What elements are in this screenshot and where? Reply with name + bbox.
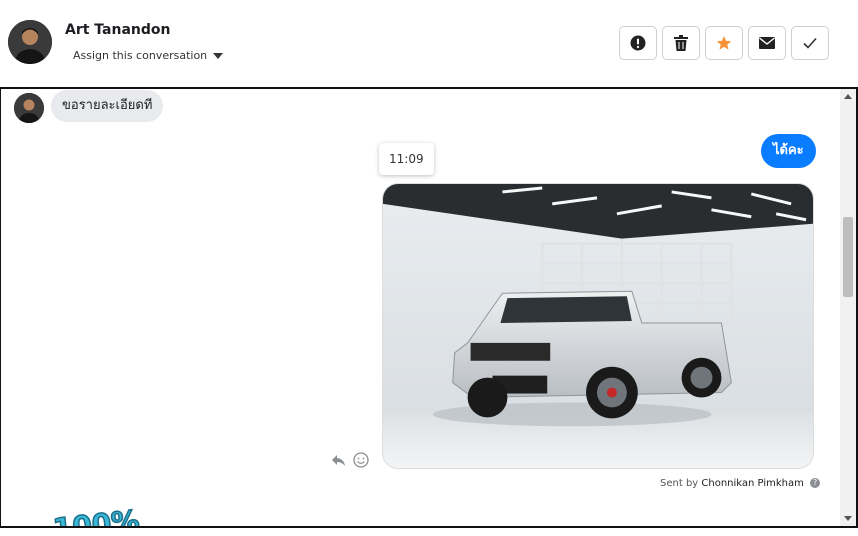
- reply-icon[interactable]: [331, 452, 347, 468]
- message-thread[interactable]: ขอรายละเอียดที 11:09 ได้คะ Sent by Chonn…: [0, 87, 858, 528]
- sticker-text: 100%: [51, 504, 140, 528]
- scroll-down-arrow-icon[interactable]: [844, 516, 852, 521]
- conversation-actions: [619, 26, 829, 60]
- outgoing-message[interactable]: ได้คะ: [761, 134, 816, 168]
- contact-name[interactable]: Art Tanandon: [65, 22, 171, 38]
- help-icon[interactable]: ?: [810, 478, 821, 488]
- incoming-message[interactable]: ขอรายละเอียดที: [51, 90, 164, 122]
- sent-by-name: Chonnikan Pimkham: [701, 478, 804, 489]
- delete-button[interactable]: [662, 26, 700, 60]
- assign-conversation-dropdown[interactable]: Assign this conversation: [73, 49, 224, 62]
- attached-photo-pickup-truck[interactable]: [382, 183, 814, 469]
- check-icon: [803, 37, 817, 49]
- trash-icon: [674, 35, 688, 51]
- sent-by-prefix: Sent by: [660, 478, 699, 489]
- conversation-header: Art Tanandon Assign this conversation: [0, 0, 858, 87]
- star-button[interactable]: [705, 26, 743, 60]
- mark-done-button[interactable]: [791, 26, 829, 60]
- scrollbar-thumb[interactable]: [843, 217, 853, 297]
- mark-spam-button[interactable]: [619, 26, 657, 60]
- exclamation-icon: [630, 35, 646, 51]
- chat-scrollbar[interactable]: [840, 89, 856, 526]
- timestamp-tooltip: 11:09: [379, 143, 434, 175]
- sender-avatar[interactable]: [14, 93, 44, 123]
- sticker-100-percent[interactable]: 100%: [49, 501, 141, 528]
- mark-unread-button[interactable]: [748, 26, 786, 60]
- star-icon: [716, 36, 732, 50]
- contact-avatar[interactable]: [8, 20, 52, 64]
- emoji-react-icon[interactable]: [353, 452, 369, 468]
- envelope-icon: [759, 37, 775, 49]
- sent-by-info: Sent by Chonnikan Pimkham ?: [660, 478, 821, 489]
- caret-down-icon: [213, 52, 224, 59]
- scroll-up-arrow-icon[interactable]: [844, 94, 852, 99]
- assign-label: Assign this conversation: [73, 49, 208, 62]
